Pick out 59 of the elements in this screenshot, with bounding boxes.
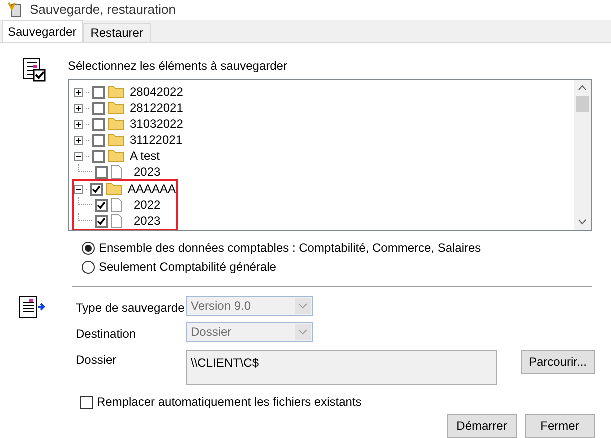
folder-icon — [106, 182, 123, 196]
tree-item[interactable]: 31122021 — [130, 131, 182, 149]
checklist-icon — [22, 57, 46, 83]
collapse-icon[interactable] — [74, 184, 83, 194]
collapse-icon[interactable] — [74, 152, 83, 160]
tree-item[interactable]: A test — [130, 147, 160, 165]
backup-type-dropdown[interactable]: Version 9.0 — [186, 296, 313, 316]
document-icon — [111, 164, 123, 180]
folder-icon — [108, 85, 125, 99]
chevron-down-icon — [298, 329, 308, 335]
radio-button[interactable] — [82, 242, 95, 254]
expand-icon[interactable] — [74, 104, 83, 112]
tree-item[interactable]: 28042022 — [130, 83, 184, 101]
checkbox[interactable] — [95, 198, 108, 212]
folder-icon — [108, 101, 125, 115]
checkbox[interactable] — [80, 396, 93, 408]
scroll-thumb[interactable] — [576, 96, 589, 112]
browse-button[interactable]: Parcourir... — [521, 350, 595, 374]
radio-button[interactable] — [82, 260, 95, 274]
checkbox[interactable] — [95, 166, 108, 178]
radio-label: Ensemble des données comptables : Comptabilité, Commerce, Salaires — [99, 240, 482, 257]
destination-dropdown[interactable]: Dossier — [186, 322, 313, 342]
app-icon — [8, 2, 22, 18]
expand-icon[interactable] — [74, 120, 83, 128]
tree-item[interactable]: 31032022 — [130, 115, 184, 133]
checkbox[interactable] — [92, 86, 105, 98]
document-icon — [111, 214, 123, 228]
tree-label: Sélectionnez les éléments à sauvegarder — [68, 58, 288, 75]
checkbox[interactable] — [90, 182, 103, 196]
checkbox[interactable] — [92, 118, 105, 130]
document-icon — [111, 198, 123, 212]
checkbox-label: Remplacer automatiquement les fichiers existants — [97, 394, 362, 411]
window-title: Sauvegarde, restauration — [30, 1, 176, 20]
folder-field[interactable]: \\CLIENT\C$ — [186, 350, 497, 385]
checkbox[interactable] — [92, 102, 105, 114]
checkbox[interactable] — [92, 150, 105, 162]
folder-icon — [108, 133, 125, 147]
tab[interactable]: Restaurer — [82, 23, 152, 42]
chevron-down-icon — [298, 303, 308, 309]
document-export-icon — [17, 295, 47, 321]
field-label: Type de sauvegarde — [76, 300, 186, 317]
expand-icon[interactable] — [74, 88, 83, 96]
tab[interactable]: Sauvegarder — [2, 20, 83, 42]
folder-icon — [108, 117, 125, 131]
checkbox[interactable] — [92, 134, 105, 146]
field-label: Dossier — [76, 352, 118, 369]
tree-item[interactable]: 28122021 — [130, 99, 184, 117]
expand-icon[interactable] — [74, 136, 83, 144]
dialog-button[interactable]: Fermer — [525, 414, 595, 438]
dialog-button[interactable]: Démarrer — [447, 414, 517, 438]
scrollbar[interactable] — [574, 80, 591, 230]
tree-item[interactable]: 2023 — [134, 212, 161, 230]
field-label: Destination — [76, 326, 138, 343]
checkbox[interactable] — [95, 214, 108, 228]
tree-item[interactable]: 2023 — [134, 163, 161, 181]
radio-label: Seulement Comptabilité générale — [99, 259, 276, 276]
tree-item[interactable]: 2022 — [134, 196, 161, 214]
tree-item[interactable]: AAAAAA — [128, 180, 176, 198]
folder-icon — [108, 149, 125, 163]
